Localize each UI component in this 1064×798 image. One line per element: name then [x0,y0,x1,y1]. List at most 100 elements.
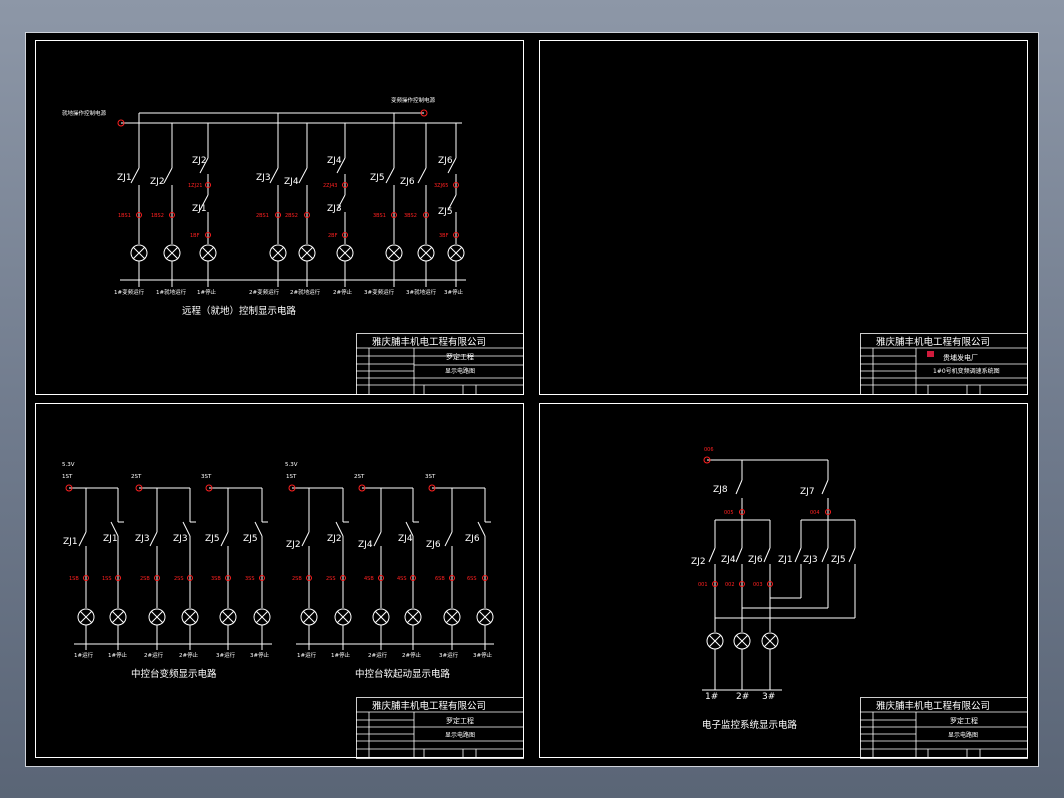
lamp-caption: 3#停止 [250,651,270,659]
relay-label: ZJ1 [63,537,78,547]
node-label: 4SB [364,576,374,582]
lamp-caption: 1#停止 [197,288,217,296]
lamp-caption: 2#停止 [179,651,199,659]
node-label: 1BF [190,233,200,239]
project-name: 罗定工程 [446,716,474,725]
node-label: 2BS1 [256,213,269,219]
lamp-caption: 1#就地运行 [156,288,187,296]
circuit-caption: 中控台变频显示电路 [131,668,217,680]
node-label: 3BF [439,233,449,239]
company-name: 雅庆脯丰机电工程有限公司 [372,336,486,348]
node-label: 3SS [245,576,255,582]
cad-drawing-canvas: 就地操作控制电源 变频操作控制电源 ZJ1 ZJ2 ZJ2 ZJ1 ZJ3 ZJ… [25,32,1039,767]
node-label: 2SS [326,576,336,582]
relay-label: ZJ8 [713,485,728,495]
relay-label: ZJ2 [691,557,706,567]
relay-label: ZJ4 [721,555,736,565]
relay-label: ZJ3 [803,555,818,565]
bus-label: 3# [762,692,775,702]
relay-label: ZJ4 [327,156,342,166]
logo-mark-icon [927,351,934,357]
node-label: 001 [698,582,708,588]
relay-label: ZJ3 [173,534,188,544]
lamp-caption: 1#运行 [297,651,317,659]
node-label: 3ST [425,474,436,480]
node-label: 2SS [174,576,184,582]
relay-label: ZJ5 [205,534,220,544]
lamp-caption: 3#变频运行 [364,288,395,296]
relay-label: ZJ2 [150,177,165,187]
node-label: 2SB [292,576,302,582]
relay-label: ZJ6 [748,555,763,565]
node-label: 2BF [328,233,338,239]
node-label: 1ST [286,474,297,480]
drawing-name: 1#0号机变频调速系统图 [933,367,1000,375]
node-label: 3ZJ65 [434,183,448,189]
lamp-caption: 1#运行 [74,651,94,659]
source-label: 变频操作控制电源 [391,96,436,104]
relay-label: ZJ2 [192,156,207,166]
voltage-label: 5.3V [285,462,298,468]
lamp-caption: 1#停止 [108,651,128,659]
bus-label: 1# [705,692,718,702]
node-label: 2SB [140,576,150,582]
lamp-caption: 3#运行 [439,651,459,659]
drawing-name: 显示电路图 [948,731,978,739]
project-name: 罗定工程 [446,352,474,361]
node-label: 2ST [131,474,142,480]
relay-label: ZJ1 [103,534,118,544]
lamp-caption: 3#就地运行 [406,288,437,296]
bus-label: 2# [736,692,749,702]
node-label: 1SS [102,576,112,582]
relay-label: ZJ2 [327,534,342,544]
node-label: 3BS1 [373,213,386,219]
relay-label: ZJ6 [400,177,415,187]
circuit-caption: 远程（就地）控制显示电路 [182,305,297,317]
node-label: 1ZJ21 [188,183,202,189]
node-label: 1ST [62,474,73,480]
node-label: 4SS [397,576,407,582]
relay-label: ZJ6 [426,540,441,550]
voltage-label: 5.3V [62,462,75,468]
lamp-caption: 2#变频运行 [249,288,280,296]
lamp-caption: 2#就地运行 [290,288,321,296]
node-label: 2ZJ43 [323,183,337,189]
node-label: 1BS2 [151,213,164,219]
company-name: 雅庆脯丰机电工程有限公司 [876,336,990,348]
node-label: 002 [725,582,735,588]
node-label: 003 [753,582,763,588]
relay-label: ZJ3 [135,534,150,544]
relay-label: ZJ4 [284,177,299,187]
relay-label: ZJ5 [831,555,846,565]
node-label: 1SB [69,576,79,582]
lamp-caption: 2#运行 [368,651,388,659]
relay-label: ZJ2 [286,540,301,550]
drawing-name: 显示电路图 [445,367,475,375]
relay-label: ZJ3 [327,204,342,214]
relay-label: ZJ7 [800,487,815,497]
relay-label: ZJ1 [778,555,793,565]
node-label: 2ST [354,474,365,480]
node-label: 6SS [467,576,477,582]
relay-label: ZJ4 [398,534,413,544]
relay-label: ZJ6 [438,156,453,166]
circuit-caption: 电子监控系统显示电路 [702,719,798,731]
node-label: 3ST [201,474,212,480]
project-name: 贵埔发电厂 [943,353,978,362]
source-label: 就地操作控制电源 [62,109,107,117]
lamp-caption: 3#停止 [444,288,464,296]
lamp-caption: 2#停止 [333,288,353,296]
relay-label: ZJ3 [256,173,271,183]
company-name: 雅庆脯丰机电工程有限公司 [876,700,990,712]
relay-label: ZJ1 [117,173,132,183]
node-label: 3BS2 [404,213,417,219]
drawing-name: 显示电路图 [445,731,475,739]
node-label: 006 [704,447,714,453]
company-name: 雅庆脯丰机电工程有限公司 [372,700,486,712]
relay-label: ZJ5 [438,207,453,217]
lamp-caption: 2#运行 [144,651,164,659]
lamp-caption: 3#运行 [216,651,236,659]
lamp-caption: 1#变频运行 [114,288,145,296]
node-label: 005 [724,510,734,516]
node-label: 6SB [435,576,445,582]
